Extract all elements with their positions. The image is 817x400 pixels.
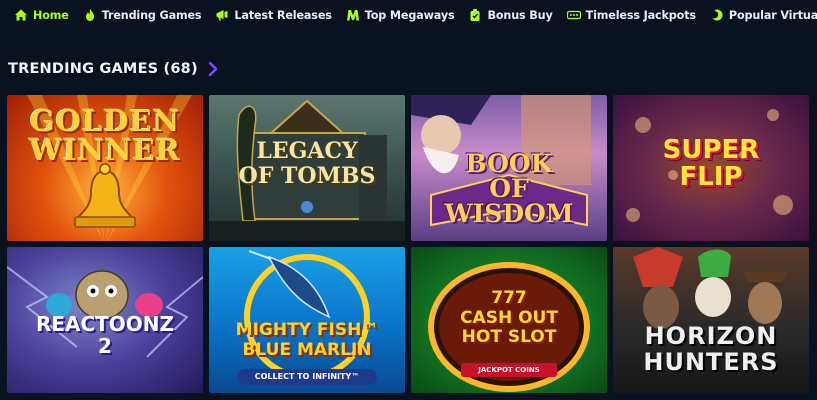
bonus-bag-icon xyxy=(468,8,482,22)
megaphone-icon xyxy=(215,8,229,22)
game-tile-horizon-hunters[interactable]: HORIZON HUNTERS xyxy=(613,247,809,393)
chevron-right-icon[interactable] xyxy=(206,60,220,78)
nav-item-timeless-jackpots[interactable]: Timeless Jackpots xyxy=(566,0,696,30)
nav-item-home[interactable]: Home xyxy=(14,0,69,30)
virtuals-globe-icon xyxy=(710,8,724,22)
game-title-art: BOOK OF WISDOM xyxy=(444,149,574,228)
nav-label-timeless-jackpots: Timeless Jackpots xyxy=(585,8,696,22)
nav-label-home: Home xyxy=(33,8,69,22)
top-nav: Home Trending Games Latest Releases Top … xyxy=(0,0,817,30)
home-icon xyxy=(14,8,28,22)
nav-item-trending-games[interactable]: Trending Games xyxy=(83,0,202,30)
nav-item-latest-releases[interactable]: Latest Releases xyxy=(215,0,332,30)
nav-item-bonus-buy[interactable]: Bonus Buy xyxy=(468,0,553,30)
nav-item-top-megaways[interactable]: Top Megaways xyxy=(346,0,455,30)
megaways-m-icon xyxy=(346,8,360,22)
game-title-art: MIGHTY FISH™ BLUE MARLIN xyxy=(235,320,379,360)
jackpot-dots-icon xyxy=(566,8,581,22)
game-tile-reactoonz-2[interactable]: REACTOONZ 2 xyxy=(7,247,203,393)
game-tile-book-of-wisdom[interactable]: BOOK OF WISDOM xyxy=(411,95,607,241)
nav-label-popular-virtuals: Popular Virtuals xyxy=(728,8,817,22)
nav-item-popular-virtuals[interactable]: Popular Virtuals xyxy=(710,0,817,30)
game-subtitle-art: JACKPOT COINS xyxy=(461,363,557,377)
nav-label-bonus-buy: Bonus Buy xyxy=(487,8,553,22)
game-subtitle-art: COLLECT TO INFINITY™ xyxy=(237,369,377,385)
games-grid: GOLDEN WINNER LEGACY OF TOMBS BOOK OF WI… xyxy=(7,95,809,393)
game-title-art: 777 CASH OUT HOT SLOT xyxy=(460,288,558,348)
game-title-art: GOLDEN WINNER xyxy=(29,104,181,167)
game-tile-legacy-of-tombs[interactable]: LEGACY OF TOMBS xyxy=(209,95,405,241)
section-title: TRENDING GAMES (68) xyxy=(8,61,198,77)
game-title-art: LEGACY OF TOMBS xyxy=(238,138,376,190)
game-tile-super-flip[interactable]: SUPER FLIP xyxy=(613,95,809,241)
section-header: TRENDING GAMES (68) xyxy=(8,58,220,80)
game-title-art: HORIZON HUNTERS xyxy=(643,322,779,377)
game-tile-hot-slot[interactable]: 777 CASH OUT HOT SLOT JACKPOT COINS xyxy=(411,247,607,393)
game-tile-golden-winner[interactable]: GOLDEN WINNER xyxy=(7,95,203,241)
nav-label-top-megaways: Top Megaways xyxy=(364,8,455,22)
game-tile-mighty-fish-blue-marlin[interactable]: MIGHTY FISH™ BLUE MARLIN COLLECT TO INFI… xyxy=(209,247,405,393)
game-title-art: REACTOONZ 2 xyxy=(35,312,175,358)
flame-icon xyxy=(83,8,97,22)
nav-label-trending-games: Trending Games xyxy=(101,8,202,22)
game-title-art: SUPER FLIP xyxy=(662,135,760,193)
nav-label-latest-releases: Latest Releases xyxy=(234,8,332,22)
